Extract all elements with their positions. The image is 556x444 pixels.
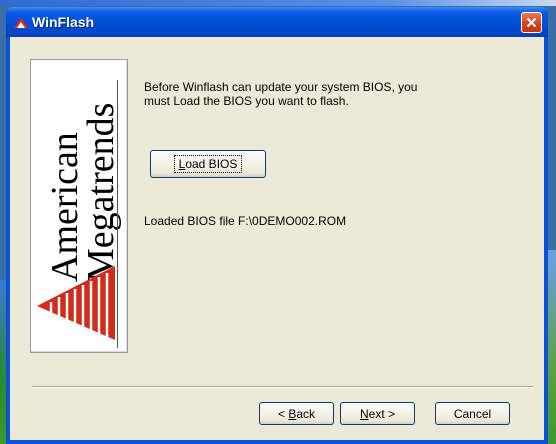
load-bios-button-label: Load BIOS	[173, 155, 243, 173]
back-button-label: < Back	[277, 406, 316, 421]
window-title: WinFlash	[32, 14, 95, 30]
cancel-button-label: Cancel	[453, 406, 492, 421]
title-bar[interactable]: WinFlash	[6, 7, 548, 37]
next-button-label: Next >	[359, 406, 396, 421]
next-button[interactable]: Next >	[340, 402, 415, 425]
instruction-line-1: Before Winflash can update your system B…	[144, 80, 418, 94]
instruction-line-2: must Load the BIOS you want to flash.	[144, 94, 349, 108]
logo-text-megatrends: Megatrends	[80, 103, 122, 282]
footer-separator	[32, 386, 534, 388]
winflash-window: WinFlash American Megatrends Before Winf…	[6, 7, 548, 444]
back-button[interactable]: < Back	[259, 402, 334, 425]
load-bios-button[interactable]: Load BIOS	[150, 150, 266, 178]
close-button[interactable]	[521, 12, 542, 33]
ami-triangle-icon	[37, 266, 115, 340]
ami-logo-icon	[14, 18, 28, 28]
cancel-button[interactable]: Cancel	[435, 402, 510, 425]
dialog-client-area: American Megatrends Before Winflash can …	[10, 37, 544, 440]
logo-divider	[117, 80, 118, 348]
american-megatrends-logo: American Megatrends	[30, 59, 128, 353]
loaded-bios-file-text: Loaded BIOS file F:\0DEMO002.ROM	[144, 214, 347, 228]
logo-wordmark: American Megatrends	[44, 103, 122, 282]
desktop-background-top	[0, 0, 556, 6]
instruction-text: Before Winflash can update your system B…	[144, 80, 474, 108]
close-icon	[526, 17, 537, 28]
